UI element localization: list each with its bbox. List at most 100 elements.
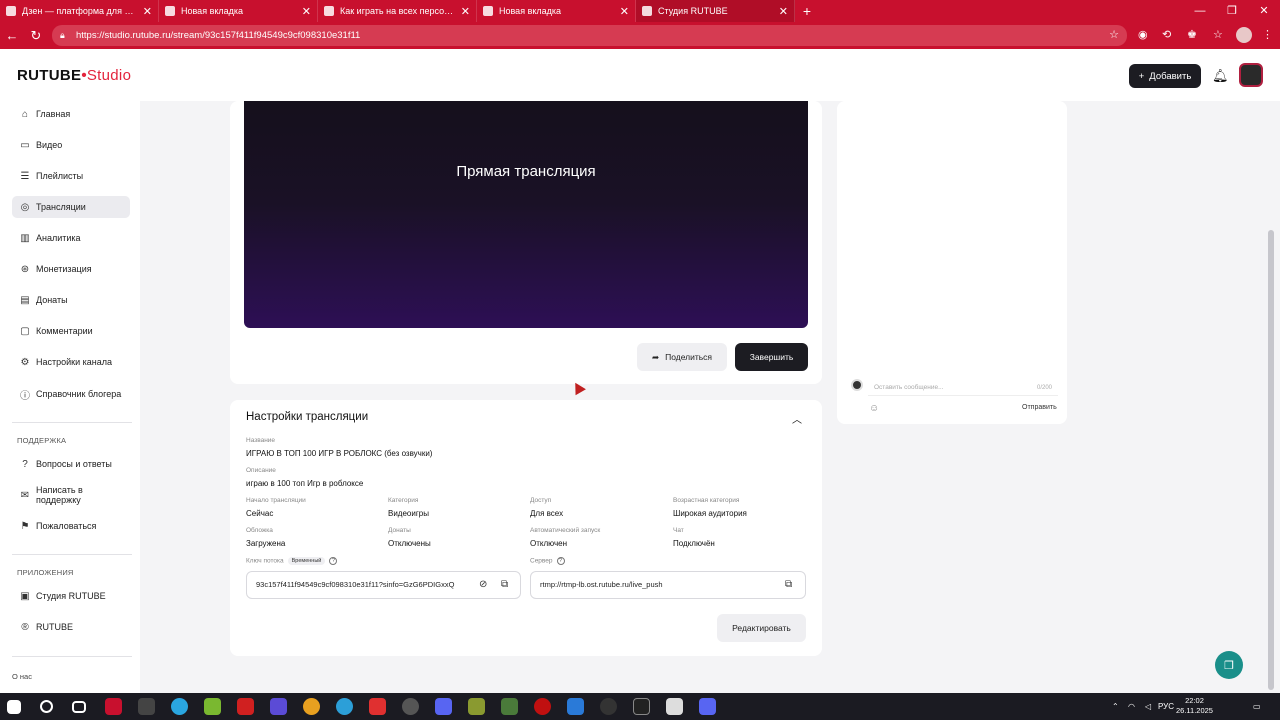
bell-icon[interactable]: 🔔︎ — [1212, 68, 1229, 84]
app-icon[interactable] — [468, 698, 485, 715]
browser-tab-active[interactable]: Студия RUTUBE ✕ — [636, 0, 795, 22]
app-icon[interactable] — [666, 698, 683, 715]
lock-icon: 🔒︎ — [60, 30, 65, 40]
edge-icon[interactable] — [336, 698, 353, 715]
task-view-icon[interactable] — [72, 701, 86, 713]
browser-tab[interactable]: Как играть на всех персонажах✕ — [318, 0, 477, 22]
browser-tab[interactable]: Новая вкладка ✕ — [477, 0, 636, 22]
extension-icon[interactable]: ⟲ — [1162, 22, 1171, 49]
assistant-button[interactable]: ❐ — [1215, 651, 1243, 679]
sidebar-item-write-support[interactable]: ✉ Написать в поддержку — [12, 484, 130, 506]
app-icon[interactable] — [402, 698, 419, 715]
extension-icon[interactable]: ◉ — [1138, 22, 1148, 49]
app-icon[interactable] — [237, 698, 254, 715]
sidebar-item-donates[interactable]: ▤ Донаты — [12, 289, 130, 311]
sidebar-item-comments[interactable]: ▢ Комментарии — [12, 320, 130, 342]
sidebar: ⌂ Главная ▭ Видео ☰ Плейлисты ◎ Трансляции ▥… — [0, 101, 140, 693]
name-value: ИГРАЮ В ТОП 100 ИГР В РОБЛОКС (без озвуч… — [246, 449, 433, 458]
edit-button[interactable]: Редактировать — [717, 614, 806, 642]
copy-icon[interactable]: ⧉ — [501, 572, 508, 598]
sidebar-item-blogger-guide[interactable]: ⓘ Справочник блогера — [12, 383, 130, 405]
sidebar-item-report[interactable]: ⚑ Пожаловаться — [12, 515, 130, 537]
close-window-icon[interactable]: ✕ — [1248, 0, 1280, 22]
age-label: Возрастная категория — [673, 497, 740, 504]
app-icon[interactable] — [105, 698, 122, 715]
tray-chevron-icon[interactable]: ⌃ — [1112, 693, 1119, 720]
vscode-icon[interactable] — [567, 698, 584, 715]
sidebar-item-rutube-app[interactable]: ® RUTUBE — [12, 616, 130, 638]
volume-icon[interactable]: ◁ — [1145, 693, 1151, 720]
restore-icon[interactable]: ❐ — [1216, 0, 1248, 22]
description-label: Описание — [246, 467, 276, 474]
record-icon[interactable] — [534, 698, 551, 715]
menu-dots-icon[interactable]: ⋮ — [1262, 22, 1273, 49]
share-button[interactable]: ➦ Поделиться — [637, 343, 727, 371]
stream-preview[interactable]: Прямая трансляция — [244, 101, 808, 328]
sidebar-item-studio-app[interactable]: ▣ Студия RUTUBE — [12, 585, 130, 607]
name-label: Название — [246, 437, 276, 444]
close-icon[interactable]: ✕ — [620, 5, 629, 18]
video-icon: ▭ — [20, 139, 30, 151]
sidebar-item-home[interactable]: ⌂ Главная — [12, 103, 130, 125]
sidebar-item-video[interactable]: ▭ Видео — [12, 134, 130, 156]
minecraft-icon[interactable] — [501, 698, 518, 715]
discord-icon[interactable] — [435, 698, 452, 715]
server-field[interactable]: rtmp://rtmp-lb.ost.rutube.ru/live_push ⧉ — [530, 571, 806, 599]
language-indicator[interactable]: РУС — [1158, 693, 1174, 720]
emoji-icon[interactable]: ☺ — [869, 403, 879, 414]
browser-profile-avatar[interactable] — [1236, 27, 1252, 43]
app-icon[interactable] — [138, 698, 155, 715]
sidebar-item-faq[interactable]: ? Вопросы и ответы — [12, 453, 130, 475]
notification-icon[interactable]: ▭ — [1253, 693, 1261, 720]
app-icon[interactable] — [171, 698, 188, 715]
add-button[interactable]: + Добавить — [1129, 64, 1201, 88]
app-icon[interactable] — [699, 698, 716, 715]
finish-stream-button[interactable]: Завершить — [735, 343, 808, 371]
sidebar-item-channel-settings[interactable]: ⚙ Настройки канала — [12, 351, 130, 373]
app-icon[interactable] — [204, 698, 221, 715]
sidebar-item-monetization[interactable]: ⊛ Монетизация — [12, 258, 130, 280]
sidebar-item-streams[interactable]: ◎ Трансляции — [12, 196, 130, 218]
back-arrow-icon[interactable]: ← — [0, 28, 24, 43]
app-icon[interactable] — [270, 698, 287, 715]
help-icon[interactable]: ? — [329, 557, 338, 565]
close-icon[interactable]: ✕ — [302, 5, 311, 18]
capcut-icon[interactable] — [633, 698, 650, 715]
obs-icon[interactable] — [600, 698, 617, 715]
send-button[interactable]: Отправить — [1022, 404, 1057, 411]
page-scrollbar[interactable] — [1268, 230, 1274, 690]
chart-icon: ▥ — [20, 232, 30, 244]
copy-icon[interactable]: ⧉ — [785, 572, 792, 598]
chevron-up-icon[interactable]: ︿ — [792, 411, 802, 426]
stream-key-field[interactable]: 93c157f411f94549c9cf098310e31f11?sinfo=G… — [246, 571, 521, 599]
chat-message-input[interactable]: Оставить сообщение... 0/200 — [868, 380, 1058, 396]
windows-start-icon[interactable] — [7, 700, 21, 714]
extension-icon[interactable]: ♚ — [1187, 22, 1197, 49]
close-icon[interactable]: ✕ — [779, 5, 788, 18]
minimize-icon[interactable]: — — [1184, 0, 1216, 22]
about-link[interactable]: О нас — [12, 672, 32, 681]
reload-icon[interactable]: ↻ — [24, 28, 48, 44]
share-icon: ➦ — [651, 351, 660, 362]
tab-favicon-icon — [483, 6, 493, 16]
yandex-icon[interactable] — [369, 698, 386, 715]
close-icon[interactable]: ✕ — [143, 5, 152, 18]
sidebar-item-analytics[interactable]: ▥ Аналитика — [12, 227, 130, 249]
favorites-icon[interactable]: ☆ — [1213, 22, 1223, 49]
network-icon[interactable]: ◠ — [1128, 693, 1135, 720]
browser-tab[interactable]: Новая вкладка ✕ — [159, 0, 318, 22]
rutube-studio-logo[interactable]: RUTUBE•Studio — [17, 67, 131, 84]
help-icon[interactable]: ? — [556, 557, 565, 565]
close-icon[interactable]: ✕ — [461, 5, 470, 18]
system-clock[interactable]: 22:02 26.11.2025 — [1176, 696, 1213, 716]
new-tab-button[interactable]: + — [795, 3, 819, 19]
eye-off-icon[interactable]: ⊘ — [479, 572, 487, 598]
search-icon[interactable] — [40, 700, 53, 713]
bookmark-star-icon[interactable]: ☆ — [1109, 25, 1119, 46]
browser-tab[interactable]: Дзен — платформа для просмо✕ — [0, 0, 159, 22]
divider — [12, 656, 132, 657]
sidebar-item-playlists[interactable]: ☰ Плейлисты — [12, 165, 130, 187]
url-field[interactable]: 🔒︎ https://studio.rutube.ru/stream/93c15… — [52, 25, 1127, 46]
chrome-icon[interactable] — [303, 698, 320, 715]
channel-avatar[interactable] — [1239, 63, 1263, 87]
